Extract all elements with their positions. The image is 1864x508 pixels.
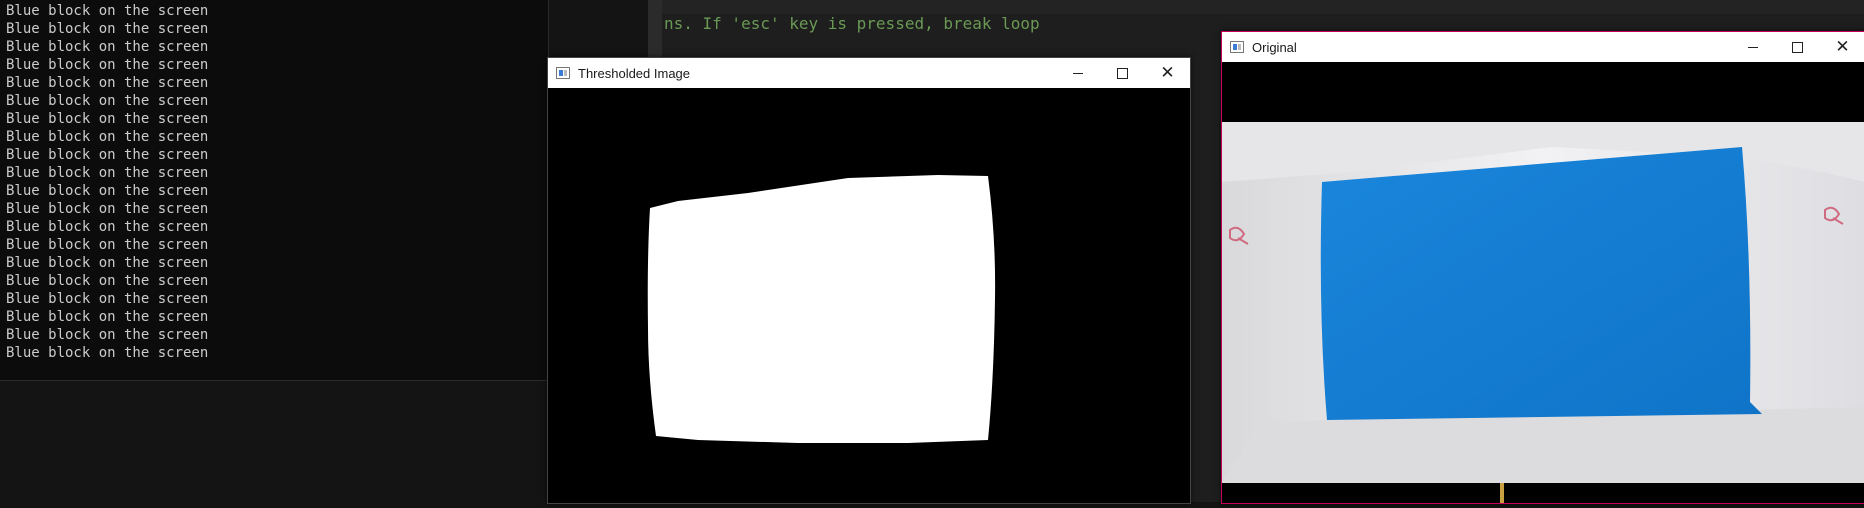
- blue-block: [1320, 147, 1762, 420]
- minimize-button[interactable]: [1055, 58, 1100, 88]
- editor-tab-strip: [648, 0, 1864, 14]
- console-line: Blue block on the screen: [6, 75, 209, 91]
- console-line: Blue block on the screen: [6, 345, 209, 361]
- close-button[interactable]: ✕: [1145, 58, 1190, 88]
- console-line: Blue block on the screen: [6, 183, 209, 199]
- minimize-button[interactable]: [1730, 32, 1775, 62]
- console-line: Blue block on the screen: [6, 255, 209, 271]
- maximize-button[interactable]: [1775, 32, 1820, 62]
- console-line: Blue block on the screen: [6, 201, 209, 217]
- app-icon: [556, 67, 570, 79]
- console-line: Blue block on the screen: [6, 237, 209, 253]
- camera-frame: [1222, 122, 1864, 503]
- code-comment-line: ns. If 'esc' key is pressed, break loop: [664, 14, 1040, 33]
- console-line: Blue block on the screen: [6, 57, 209, 73]
- close-button[interactable]: ✕: [1820, 32, 1864, 62]
- app-icon: [1230, 41, 1244, 53]
- console-line: Blue block on the screen: [6, 39, 209, 55]
- original-window[interactable]: Original ✕: [1221, 31, 1864, 504]
- console-line: Blue block on the screen: [6, 327, 209, 343]
- console-line: Blue block on the screen: [6, 93, 209, 109]
- console-line: Blue block on the screen: [6, 3, 209, 19]
- window-title: Thresholded Image: [578, 65, 691, 81]
- console-line: Blue block on the screen: [6, 165, 209, 181]
- thresholded-image-window[interactable]: Thresholded Image ✕: [547, 57, 1191, 504]
- console-output[interactable]: Blue block on the screen Blue block on th…: [0, 0, 549, 381]
- console-line: Blue block on the screen: [6, 309, 209, 325]
- console-lines: Blue block on the screen Blue block on th…: [6, 2, 208, 362]
- mask-blob: [647, 175, 996, 443]
- console-line: Blue block on the screen: [6, 21, 209, 37]
- console-line: Blue block on the screen: [6, 273, 209, 289]
- console-line: Blue block on the screen: [6, 291, 209, 307]
- console-line: Blue block on the screen: [6, 219, 209, 235]
- camera-feed: [1222, 62, 1864, 503]
- stand-post: [1500, 483, 1504, 503]
- console-line: Blue block on the screen: [6, 129, 209, 145]
- console-line: Blue block on the screen: [6, 147, 209, 163]
- maximize-button[interactable]: [1100, 58, 1145, 88]
- console-line: Blue block on the screen: [6, 111, 209, 127]
- original-titlebar[interactable]: Original ✕: [1222, 32, 1864, 62]
- thresholded-image: [548, 88, 1190, 503]
- thresholded-titlebar[interactable]: Thresholded Image ✕: [548, 58, 1190, 88]
- window-title: Original: [1252, 39, 1297, 55]
